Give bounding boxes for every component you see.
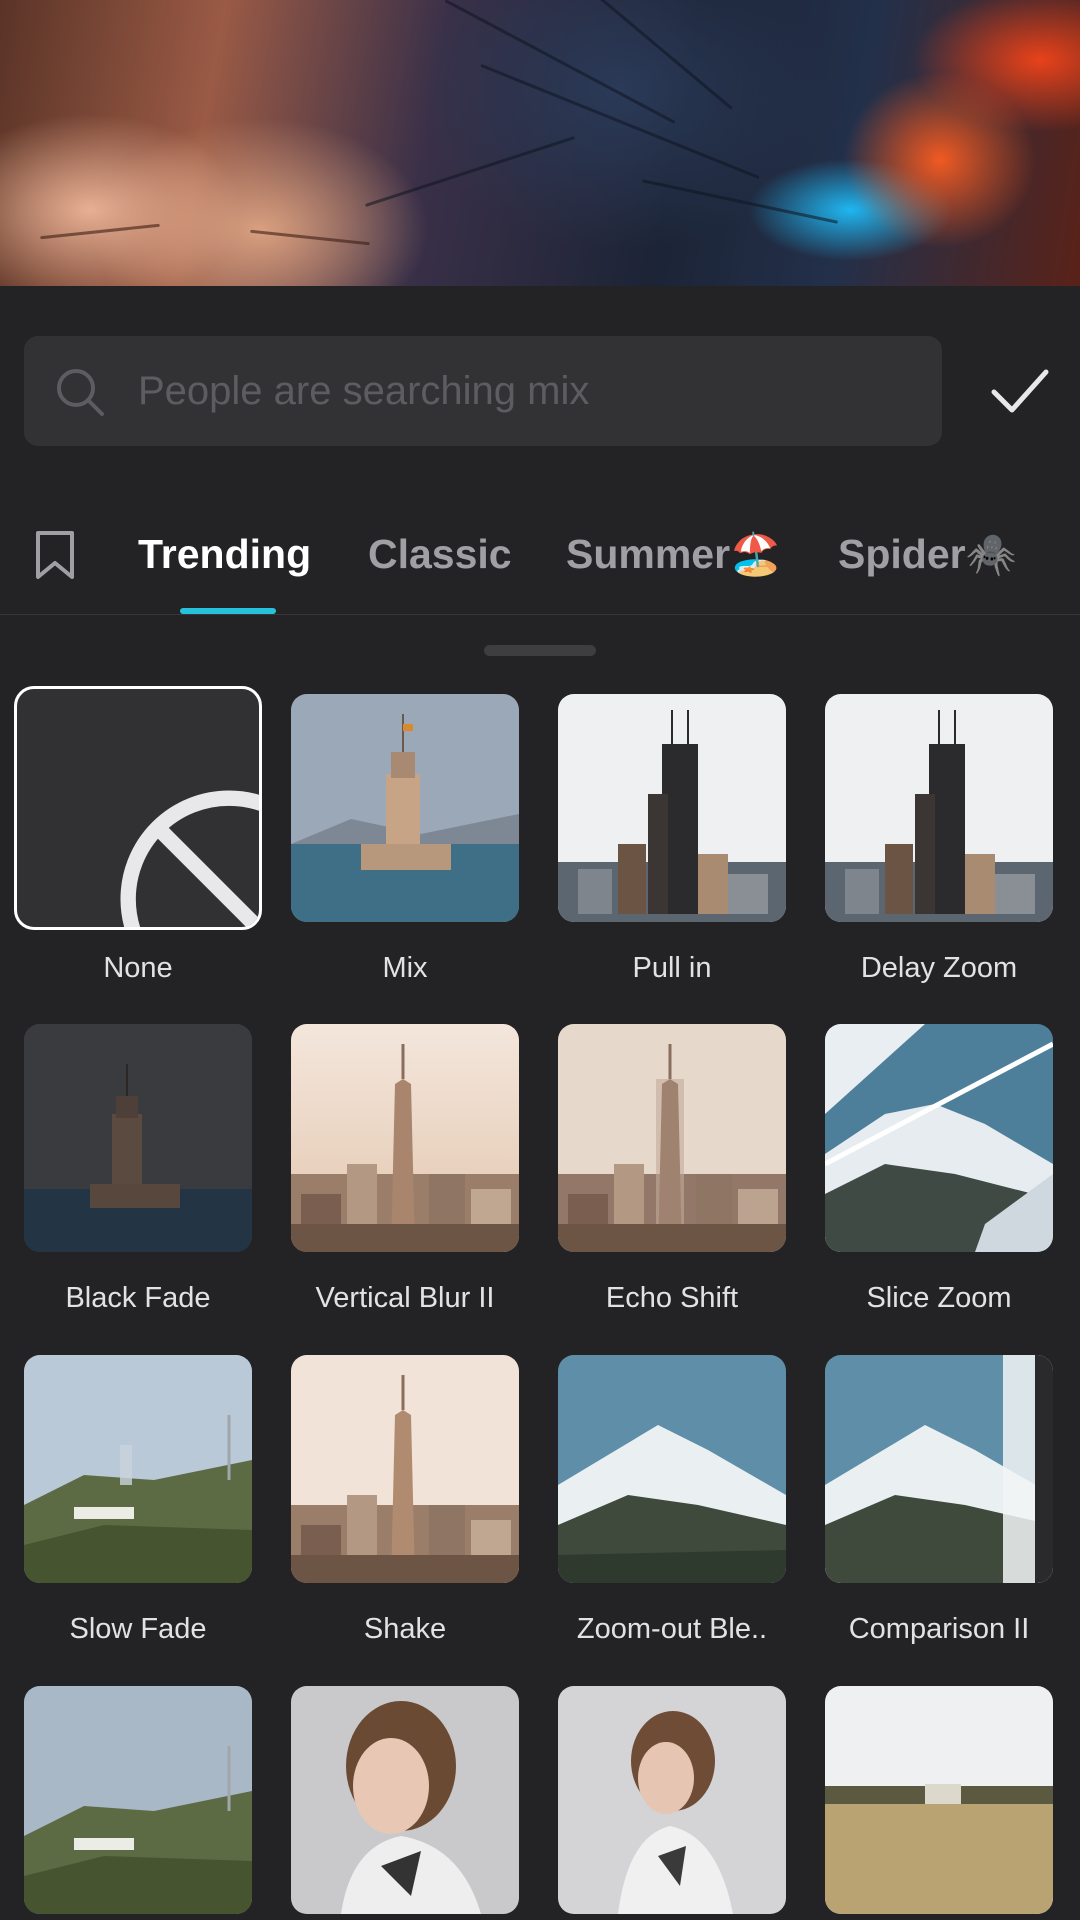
confirm-check-icon[interactable] (990, 366, 1050, 416)
city-thumbnail (291, 1355, 519, 1583)
tower-thumbnail (24, 1024, 252, 1252)
transition-label: Shake (363, 1613, 447, 1645)
tower-thumbnail (291, 694, 519, 922)
tab-summer[interactable]: Summer🏖️ (566, 524, 781, 584)
skyline-thumbnail (558, 694, 786, 922)
skyline-thumbnail (825, 694, 1053, 922)
video-preview[interactable] (0, 0, 1080, 286)
tab-spider[interactable]: Spider🕷️ (838, 524, 1017, 584)
category-tabs: Trending Classic Summer🏖️ Spider🕷️ (0, 500, 1080, 615)
drag-handle[interactable] (484, 645, 596, 656)
transition-label: Mix (382, 952, 428, 984)
portrait-thumbnail (291, 1686, 519, 1914)
transition-label: Vertical Blur II (315, 1282, 495, 1314)
hills-thumbnail (24, 1355, 252, 1583)
tab-trending[interactable]: Trending (138, 524, 311, 584)
none-icon (120, 790, 259, 927)
portrait-thumbnail (558, 1686, 786, 1914)
hills-thumbnail (24, 1686, 252, 1914)
transitions-sheet: People are searching mix Trending Classi… (0, 286, 1080, 1920)
mountain-thumbnail (825, 1024, 1053, 1252)
field-thumbnail (825, 1686, 1053, 1914)
city-thumbnail (558, 1024, 786, 1252)
transition-label: Black Fade (65, 1282, 211, 1314)
search-input[interactable]: People are searching mix (138, 336, 589, 446)
transition-label: Zoom-out Ble.. (576, 1613, 768, 1645)
tab-classic[interactable]: Classic (368, 524, 512, 584)
transition-label: Comparison II (848, 1613, 1030, 1645)
transition-label: Slice Zoom (866, 1282, 1012, 1314)
transition-thumbnail (14, 686, 262, 930)
city-thumbnail (291, 1024, 519, 1252)
search-box[interactable]: People are searching mix (24, 336, 942, 446)
mountain-thumbnail (825, 1355, 1053, 1583)
transition-label: None (103, 952, 173, 984)
transition-label: Pull in (632, 952, 712, 984)
transition-label: Delay Zoom (860, 952, 1018, 984)
transition-label: Slow Fade (69, 1613, 207, 1645)
bookmark-icon[interactable] (34, 530, 76, 580)
active-tab-indicator (180, 608, 276, 614)
mountain-thumbnail (558, 1355, 786, 1583)
transition-label: Echo Shift (605, 1282, 739, 1314)
search-icon (57, 369, 104, 416)
